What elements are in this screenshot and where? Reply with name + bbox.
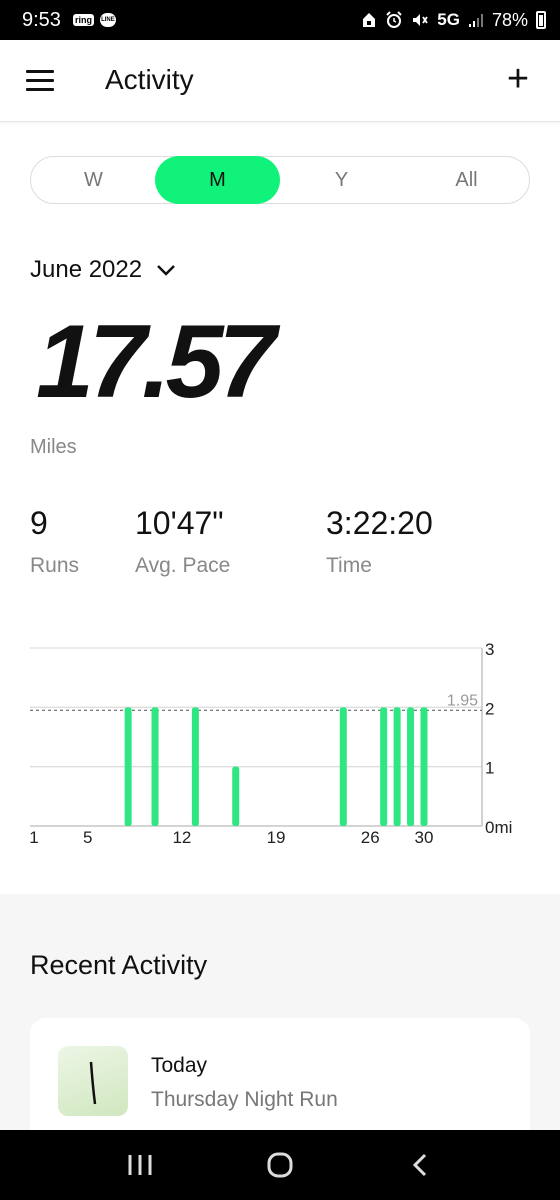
pace-stat: 10'47" Avg. Pace — [135, 505, 230, 578]
system-nav-bar — [0, 1130, 560, 1200]
back-icon — [412, 1153, 427, 1177]
y-tick-label: 2 — [485, 699, 494, 718]
battery-percent: 78% — [491, 9, 528, 30]
tab-month[interactable]: M — [155, 156, 280, 204]
runs-label: Runs — [30, 554, 80, 577]
bar-day-30 — [420, 707, 428, 826]
pace-label: Avg. Pace — [135, 554, 231, 577]
route-map-thumbnail — [58, 1046, 128, 1116]
status-indicators: 5G 78% — [361, 10, 546, 31]
bar-day-10 — [151, 707, 159, 826]
bar-day-8 — [124, 707, 132, 826]
page-title: Activity — [105, 64, 194, 95]
section-title: Recent Activity — [30, 950, 208, 980]
runs-value: 9 — [30, 505, 48, 541]
y-tick-label: 0mi — [485, 818, 512, 837]
monthly-distance-chart: 3 2 1 0mi 1.95 1 5 12 19 26 30 — [29, 640, 512, 847]
x-tick-label: 1 — [29, 828, 38, 847]
time-value: 3:22:20 — [326, 505, 433, 541]
status-bar: 9:53 ring LINE 5G 78% — [0, 0, 560, 40]
time-label: Time — [326, 554, 372, 577]
menu-icon[interactable] — [26, 70, 56, 92]
chevron-down-icon — [157, 265, 175, 276]
network-type: 5G — [437, 10, 460, 29]
runs-stat: 9 Runs — [30, 505, 79, 578]
bar-day-29 — [407, 707, 415, 826]
x-tick-label: 26 — [361, 828, 380, 847]
x-tick-label: 30 — [415, 828, 434, 847]
bar-day-24 — [339, 707, 347, 826]
activity-name: Thursday Night Run — [151, 1088, 338, 1111]
recent-apps-button[interactable] — [110, 1140, 170, 1190]
ring-app-icon: ring — [72, 14, 94, 26]
activity-day: Today — [151, 1054, 208, 1077]
bar-day-27 — [380, 707, 388, 826]
signal-icon — [468, 14, 483, 27]
tab-all[interactable]: All — [404, 157, 529, 203]
y-tick-label: 3 — [485, 640, 494, 659]
home-icon — [267, 1152, 293, 1178]
average-label: 1.95 — [447, 692, 478, 709]
month-dropdown[interactable]: June 2022 — [30, 256, 176, 284]
home-button[interactable] — [250, 1140, 310, 1190]
tab-year[interactable]: Y — [279, 157, 404, 203]
app-bar: Activity + — [0, 40, 560, 122]
line-app-icon: LINE — [99, 13, 116, 27]
status-time: 9:53 — [22, 8, 61, 31]
bar-day-28 — [393, 707, 401, 826]
alarm-icon — [386, 11, 402, 28]
month-label: June 2022 — [30, 256, 143, 283]
recent-activity-section: Recent Activity Today Thursday Night Run — [0, 894, 560, 1158]
distance-unit: Miles — [30, 436, 77, 458]
battery-icon — [536, 11, 546, 29]
pace-value: 10'47" — [135, 505, 224, 541]
bar-day-13 — [191, 707, 199, 826]
period-selector: W M Y All — [30, 156, 530, 204]
recent-apps-icon — [128, 1155, 152, 1175]
tab-week[interactable]: W — [31, 157, 156, 203]
back-button[interactable] — [390, 1140, 450, 1190]
total-distance: 17.57 — [36, 304, 276, 420]
x-tick-label: 5 — [83, 828, 92, 847]
x-tick-label: 19 — [267, 828, 286, 847]
mute-icon — [413, 14, 429, 26]
home-lock-icon — [363, 13, 376, 27]
add-activity-button[interactable]: + — [498, 60, 538, 100]
bar-day-16 — [232, 766, 240, 826]
y-tick-label: 1 — [485, 759, 494, 778]
time-stat: 3:22:20 Time — [326, 505, 433, 578]
x-tick-label: 12 — [172, 828, 191, 847]
